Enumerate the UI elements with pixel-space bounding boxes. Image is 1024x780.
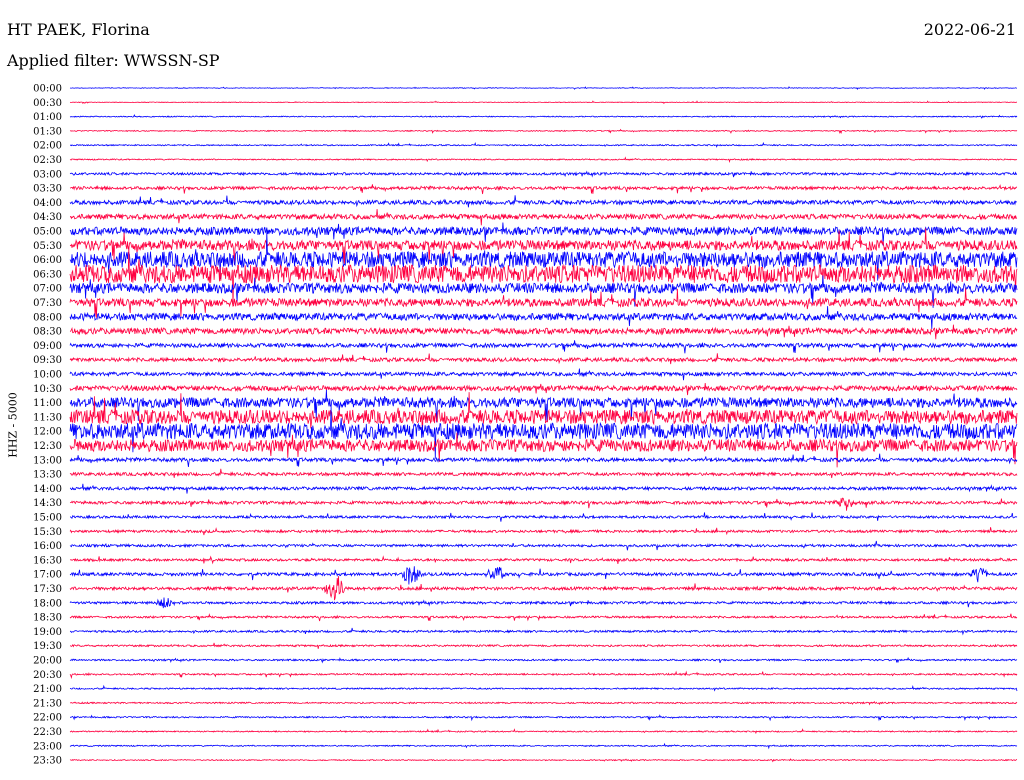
trace-line [69,527,1018,536]
y-tick-label: 18:30 [33,613,62,624]
trace-line [69,324,1018,340]
trace-group [69,86,1018,763]
y-tick-label: 23:00 [33,741,62,752]
y-tick-label: 00:30 [33,98,62,109]
y-tick-label: 15:30 [33,527,62,538]
trace-line [69,700,1018,706]
y-tick-label: 12:00 [33,427,62,438]
trace-line [69,627,1018,636]
trace-line [69,453,1018,467]
y-tick-label: 18:00 [33,598,62,609]
trace-line [69,758,1018,763]
trace-line [69,566,1018,585]
trace-line [69,222,1018,246]
trace-line [70,141,1018,148]
y-tick-label: 06:00 [33,255,62,266]
y-tick-label: 22:30 [33,727,62,738]
trace-line [69,728,1018,735]
y-tick-label: 21:00 [33,684,62,695]
y-tick-label: 21:30 [33,698,62,709]
trace-line [69,86,1017,90]
y-tick-label: 14:30 [33,498,62,509]
trace-line [69,340,1018,354]
y-tick-label: 03:30 [33,184,62,195]
trace-line [69,209,1018,226]
y-tick-label: 09:30 [33,355,62,366]
trace-line [69,368,1018,381]
y-tick-label: 08:30 [33,327,62,338]
trace-line [69,195,1018,208]
trace-line [69,684,1018,692]
y-tick-label: 19:00 [33,627,62,638]
y-tick-label: 17:00 [33,570,62,581]
y-tick-label: 22:00 [33,713,62,724]
trace-line [69,576,1018,601]
y-tick-label: 13:30 [33,470,62,481]
y-tick-label: 04:30 [33,212,62,223]
y-tick-label: 16:00 [33,541,62,552]
trace-line [69,540,1018,551]
y-tick-label: 07:00 [33,284,62,295]
trace-line [69,555,1018,565]
y-tick-label: 03:00 [33,169,62,180]
y-tick-label: 02:30 [33,155,62,166]
y-tick-label: 20:00 [33,656,62,667]
trace-line [69,468,1018,479]
y-tick-label: 00:00 [33,84,62,95]
trace-line [69,392,1018,435]
trace-line [69,512,1018,522]
trace-line [69,170,1018,178]
y-tick-label: 12:30 [33,441,62,452]
y-tick-label: 02:00 [33,141,62,152]
trace-line [69,613,1018,622]
trace-line [69,306,1018,329]
y-tick-label: 19:30 [33,641,62,652]
y-tick-label: 23:30 [33,756,62,767]
trace-line [69,184,1018,195]
y-tick-label: 11:00 [33,398,62,409]
y-tick-label: 20:30 [33,670,62,681]
y-tick-label: 11:30 [33,412,62,423]
trace-line [69,246,1018,305]
y-tick-label: 01:00 [33,112,62,123]
tick-label-group: 00:00 00:30 01:00 01:30 02:00 02:30 03:00 03:30… [33,84,62,767]
trace-line [69,497,1018,511]
trace-line [69,156,1018,163]
trace-line [69,128,1018,135]
trace-line [69,353,1018,365]
y-tick-label: 04:00 [33,198,62,209]
trace-line [69,656,1018,664]
trace-line [69,100,1018,105]
y-tick-label: 10:30 [33,384,62,395]
y-tick-label: 05:30 [33,241,62,252]
y-tick-label: 01:30 [33,126,62,137]
trace-line [69,670,1018,680]
trace-line [69,742,1018,750]
trace-line [69,288,1018,318]
y-tick-label: 14:00 [33,484,62,495]
trace-line [69,642,1018,649]
y-tick-label: 09:00 [33,341,62,352]
trace-line [69,483,1018,494]
trace-line [69,597,1018,609]
y-tick-label: 08:00 [33,312,62,323]
y-tick-label: 10:00 [33,370,62,381]
y-tick-label: 15:00 [33,513,62,524]
trace-line [69,714,1018,722]
y-tick-label: 07:30 [33,298,62,309]
trace-line [69,113,1018,119]
y-tick-label: 06:30 [33,269,62,280]
y-tick-label: 16:30 [33,555,62,566]
helicorder-plot: 00:00 00:30 01:00 01:30 02:00 02:30 03:00 03:30… [33,84,1018,767]
y-tick-label: 13:00 [33,455,62,466]
y-tick-label: 17:30 [33,584,62,595]
y-tick-label: 05:00 [33,227,62,238]
trace-line [69,382,1018,396]
